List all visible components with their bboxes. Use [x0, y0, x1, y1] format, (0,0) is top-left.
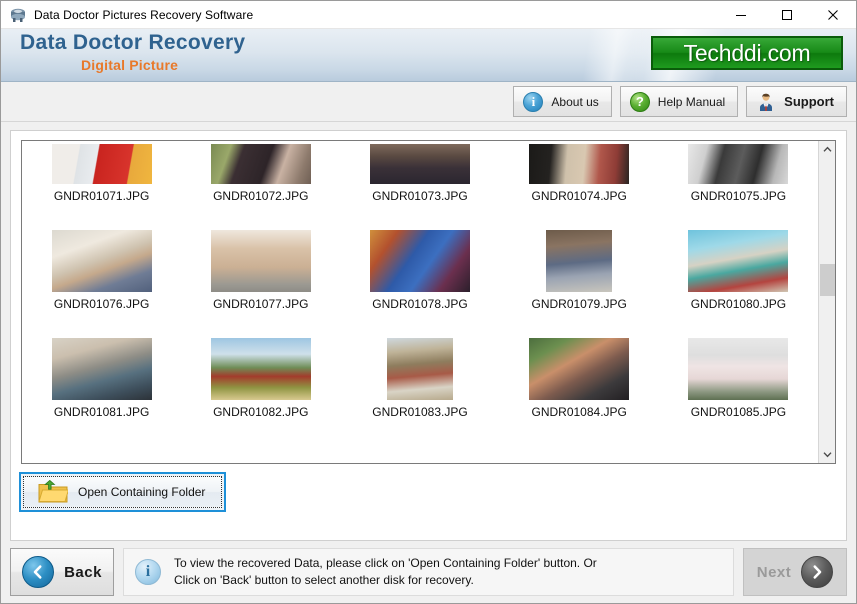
main-content-panel: GNDR01071.JPG GNDR01072.JPG GNDR01073.JP…	[10, 130, 847, 541]
thumbnail-image	[51, 338, 152, 400]
thumbnail-list: GNDR01071.JPG GNDR01072.JPG GNDR01073.JP…	[21, 140, 836, 464]
question-icon: ?	[629, 91, 650, 112]
thumbnail-grid: GNDR01071.JPG GNDR01072.JPG GNDR01073.JP…	[22, 141, 818, 463]
file-name: GNDR01083.JPG	[372, 405, 468, 419]
list-item[interactable]: GNDR01082.JPG	[181, 315, 340, 423]
close-icon[interactable]	[810, 1, 856, 29]
file-name: GNDR01077.JPG	[213, 297, 309, 311]
thumbnail-image	[51, 230, 152, 292]
status-message-line-1: To view the recovered Data, please click…	[174, 556, 597, 570]
thumbnail-image	[210, 144, 311, 184]
next-label: Next	[756, 563, 792, 581]
help-manual-label: Help Manual	[657, 94, 726, 109]
chevron-down-icon[interactable]	[819, 446, 835, 463]
file-name: GNDR01082.JPG	[213, 405, 309, 419]
scrollbar-thumb[interactable]	[820, 264, 835, 296]
chevron-up-icon[interactable]	[819, 141, 835, 158]
file-name: GNDR01080.JPG	[690, 297, 787, 311]
thumbnail-image	[210, 230, 311, 292]
thumbnail-image	[529, 338, 630, 400]
thumbnail-image	[51, 144, 152, 184]
list-item[interactable]: GNDR01072.JPG	[181, 141, 340, 207]
thumbnail-image	[688, 338, 789, 400]
list-item[interactable]: GNDR01081.JPG	[22, 315, 181, 423]
thumbnail-image	[210, 338, 311, 400]
chevron-right-icon	[801, 556, 834, 588]
list-item[interactable]: GNDR01084.JPG	[500, 315, 659, 423]
about-us-label: About us	[551, 94, 599, 109]
file-name: GNDR01085.JPG	[690, 405, 787, 419]
file-name: GNDR01072.JPG	[213, 189, 309, 203]
list-item[interactable]: GNDR01083.JPG	[340, 315, 499, 423]
list-item[interactable]: GNDR01074.JPG	[500, 141, 659, 207]
window-controls	[718, 1, 856, 29]
brand-title: Data Doctor Recovery	[20, 31, 246, 54]
info-icon: i	[523, 91, 544, 112]
thumbnail-image	[369, 144, 470, 184]
support-button[interactable]: Support	[746, 86, 847, 117]
file-name: GNDR01084.JPG	[531, 405, 627, 419]
logo-text: Techddi.com	[683, 39, 811, 66]
title-bar: Data Doctor Pictures Recovery Software	[1, 1, 856, 29]
support-person-icon	[756, 92, 776, 112]
file-name: GNDR01079.JPG	[531, 297, 627, 311]
list-item[interactable]: GNDR01075.JPG	[659, 141, 818, 207]
list-item[interactable]: GNDR01076.JPG	[22, 207, 181, 315]
thumbnail-image	[546, 230, 613, 292]
next-button[interactable]: Next	[743, 548, 847, 596]
list-item[interactable]: GNDR01077.JPG	[181, 207, 340, 315]
list-item[interactable]: GNDR01085.JPG	[659, 315, 818, 423]
toolbar: i About us ? Help Manual Support	[1, 82, 856, 122]
brand-header: Data Doctor Recovery Digital Picture Tec…	[1, 29, 856, 82]
open-containing-folder-button[interactable]: Open Containing Folder	[19, 472, 226, 512]
vertical-scrollbar[interactable]	[818, 141, 835, 463]
minimize-icon[interactable]	[718, 1, 764, 29]
support-label: Support	[784, 94, 834, 109]
back-button[interactable]: Back	[10, 548, 114, 596]
list-item[interactable]: GNDR01080.JPG	[659, 207, 818, 315]
techddi-logo: Techddi.com	[651, 36, 843, 70]
thumbnail-image	[386, 338, 453, 400]
list-item[interactable]: GNDR01073.JPG	[340, 141, 499, 207]
bottom-bar: Back i To view the recovered Data, pleas…	[1, 541, 856, 603]
back-label: Back	[64, 563, 102, 581]
app-window: Data Doctor Pictures Recovery Software D…	[0, 0, 857, 604]
list-item[interactable]: GNDR01071.JPG	[22, 141, 181, 207]
file-name: GNDR01074.JPG	[531, 189, 627, 203]
about-us-button[interactable]: i About us	[513, 86, 612, 117]
chevron-left-icon	[22, 556, 55, 588]
file-name: GNDR01073.JPG	[372, 189, 468, 203]
maximize-icon[interactable]	[764, 1, 810, 29]
thumbnail-image	[369, 230, 470, 292]
window-title: Data Doctor Pictures Recovery Software	[34, 7, 254, 22]
file-name: GNDR01078.JPG	[372, 297, 468, 311]
thumbnail-image	[688, 230, 789, 292]
help-manual-button[interactable]: ? Help Manual	[619, 86, 739, 117]
status-message-line-2: Click on 'Back' button to select another…	[174, 573, 474, 587]
app-icon	[9, 6, 27, 24]
file-name: GNDR01071.JPG	[53, 189, 150, 203]
file-name: GNDR01076.JPG	[53, 297, 150, 311]
info-icon: i	[135, 559, 161, 585]
file-name: GNDR01075.JPG	[690, 189, 787, 203]
open-containing-folder-label: Open Containing Folder	[78, 485, 206, 499]
thumbnail-image	[529, 144, 630, 184]
list-item[interactable]: GNDR01078.JPG	[340, 207, 499, 315]
folder-upload-icon	[38, 479, 70, 504]
thumbnail-image	[688, 144, 789, 184]
file-name: GNDR01081.JPG	[53, 405, 150, 419]
brand-subtitle: Digital Picture	[81, 57, 179, 73]
status-message-box: i To view the recovered Data, please cli…	[123, 548, 734, 596]
list-item[interactable]: GNDR01079.JPG	[500, 207, 659, 315]
